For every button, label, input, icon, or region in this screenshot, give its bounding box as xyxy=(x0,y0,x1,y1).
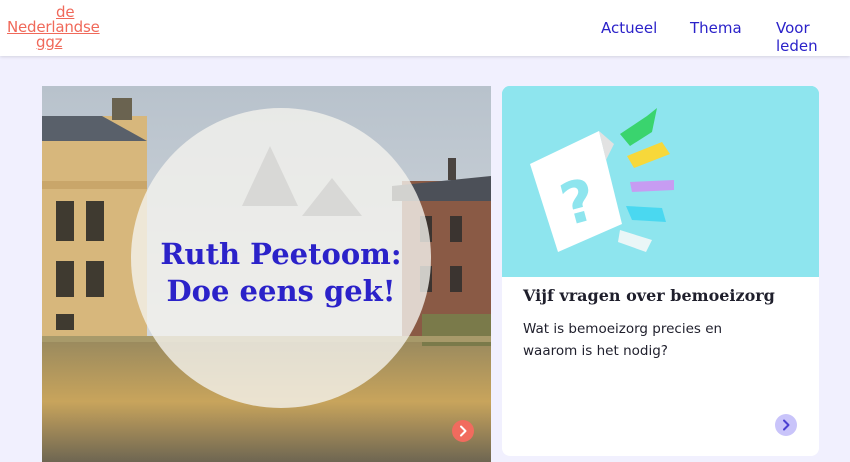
hero-arrow-button[interactable] xyxy=(452,420,474,442)
site-logo[interactable]: de Nederlandse ggz xyxy=(7,5,100,50)
site-header: de Nederlandse ggz Actueel Thema Voor le… xyxy=(0,0,850,56)
nav-actueel[interactable]: Actueel xyxy=(601,19,657,37)
article-card[interactable]: ? Vijf vragen over bemoeizorg Wat is bem… xyxy=(502,86,819,456)
card-description: Wat is bemoeizorg precies en waarom is h… xyxy=(523,321,723,359)
chevron-right-icon xyxy=(460,425,467,437)
hero-title[interactable]: Ruth Peetoom: Doe eens gek! xyxy=(131,236,431,310)
card-title[interactable]: Vijf vragen over bemoeizorg xyxy=(523,286,775,305)
card-arrow-button[interactable] xyxy=(775,414,797,436)
nav-thema[interactable]: Thema xyxy=(690,19,742,37)
nav-voor-leden[interactable]: Voor leden xyxy=(776,19,850,55)
hero-feature[interactable]: Ruth Peetoom: Doe eens gek! xyxy=(42,86,491,462)
logo-line-3: ggz xyxy=(36,33,63,51)
card-image: ? xyxy=(502,86,819,277)
chevron-right-icon xyxy=(783,419,790,431)
